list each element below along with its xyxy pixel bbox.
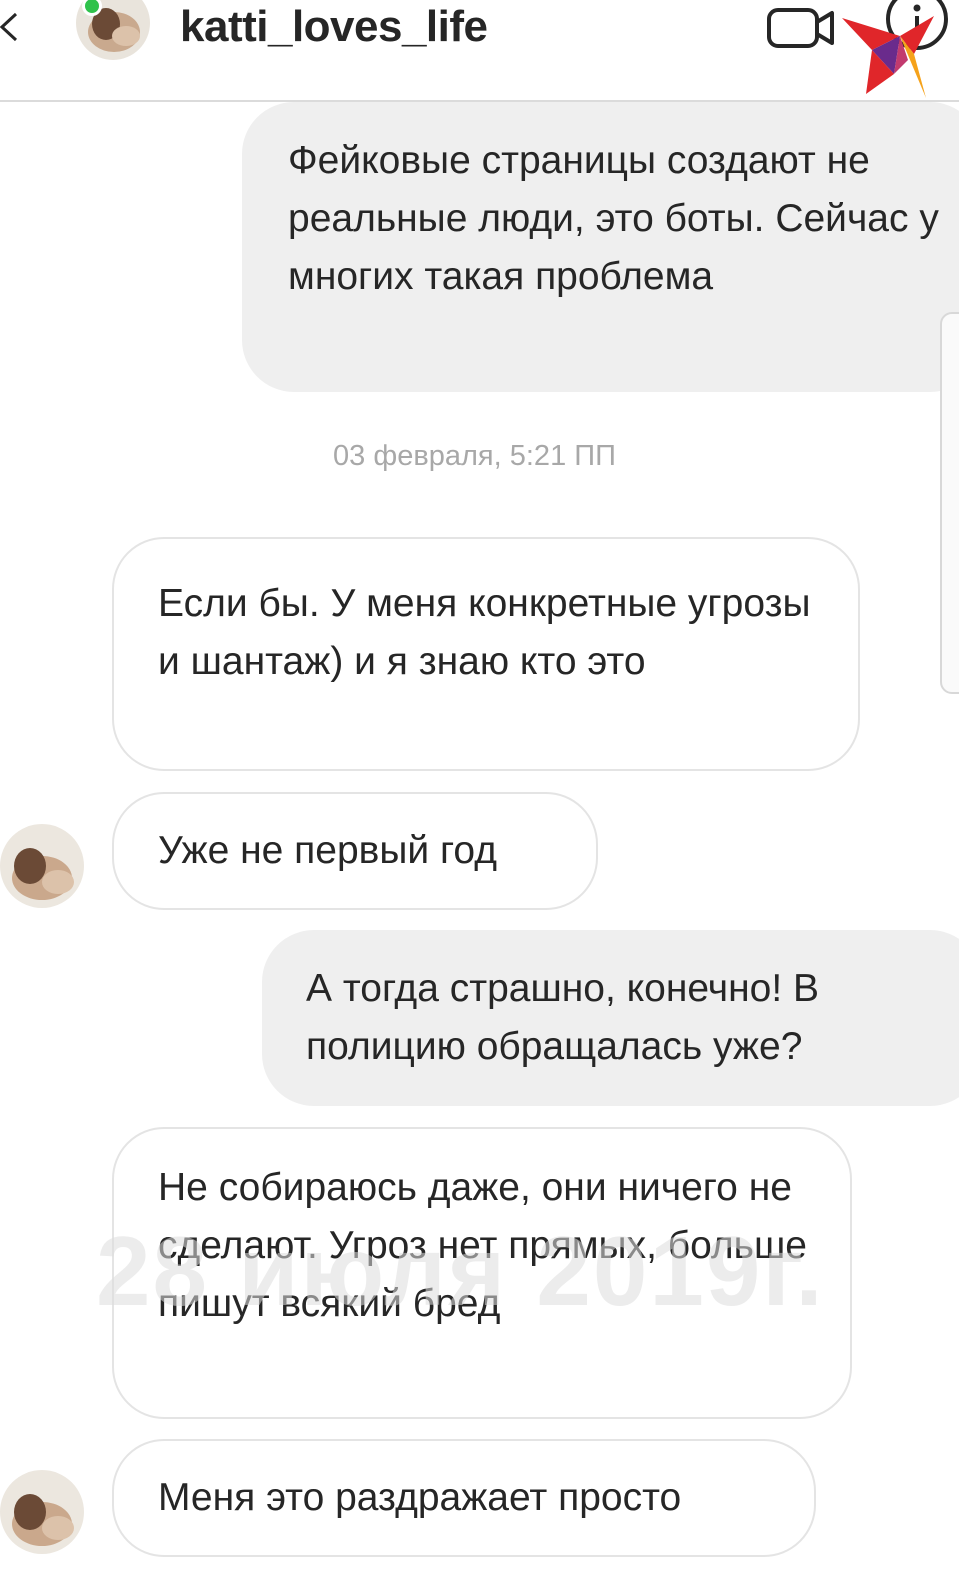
message-text: Меня это раздражает просто (158, 1476, 682, 1519)
message-incoming[interactable]: Не собираюсь даже, они ничего не сделают… (112, 1127, 852, 1419)
message-text: Не собираюсь даже, они ничего не сделают… (158, 1166, 807, 1325)
message-timestamp: 03 февраля, 5:21 ПП (333, 440, 616, 472)
message-text: Уже не первый год (158, 829, 497, 872)
message-text: Фейковые страницы создают не реальные лю… (288, 139, 939, 298)
message-incoming[interactable]: Уже не первый год (112, 792, 598, 910)
message-incoming[interactable]: Если бы. У меня конкретные угрозы и шант… (112, 537, 860, 771)
chat-screen: katti_loves_life Фейковые страницы созда… (0, 0, 959, 1583)
message-text: А тогда страшно, конечно! В полицию обра… (306, 967, 819, 1068)
scrollbar[interactable] (940, 312, 959, 694)
chat-header: katti_loves_life (0, 0, 959, 102)
message-outgoing[interactable]: А тогда страшно, конечно! В полицию обра… (262, 930, 959, 1106)
sender-avatar[interactable] (0, 1470, 84, 1554)
message-outgoing[interactable]: Фейковые страницы создают не реальные лю… (242, 102, 959, 392)
message-text: Если бы. У меня конкретные угрозы и шант… (158, 582, 811, 683)
video-camera-icon[interactable] (766, 4, 838, 52)
chevron-left-icon[interactable] (0, 12, 20, 42)
sender-avatar[interactable] (0, 824, 84, 908)
message-incoming[interactable]: Меня это раздражает просто (112, 1439, 816, 1557)
contact-username[interactable]: katti_loves_life (180, 2, 488, 52)
brand-logo (842, 16, 934, 98)
